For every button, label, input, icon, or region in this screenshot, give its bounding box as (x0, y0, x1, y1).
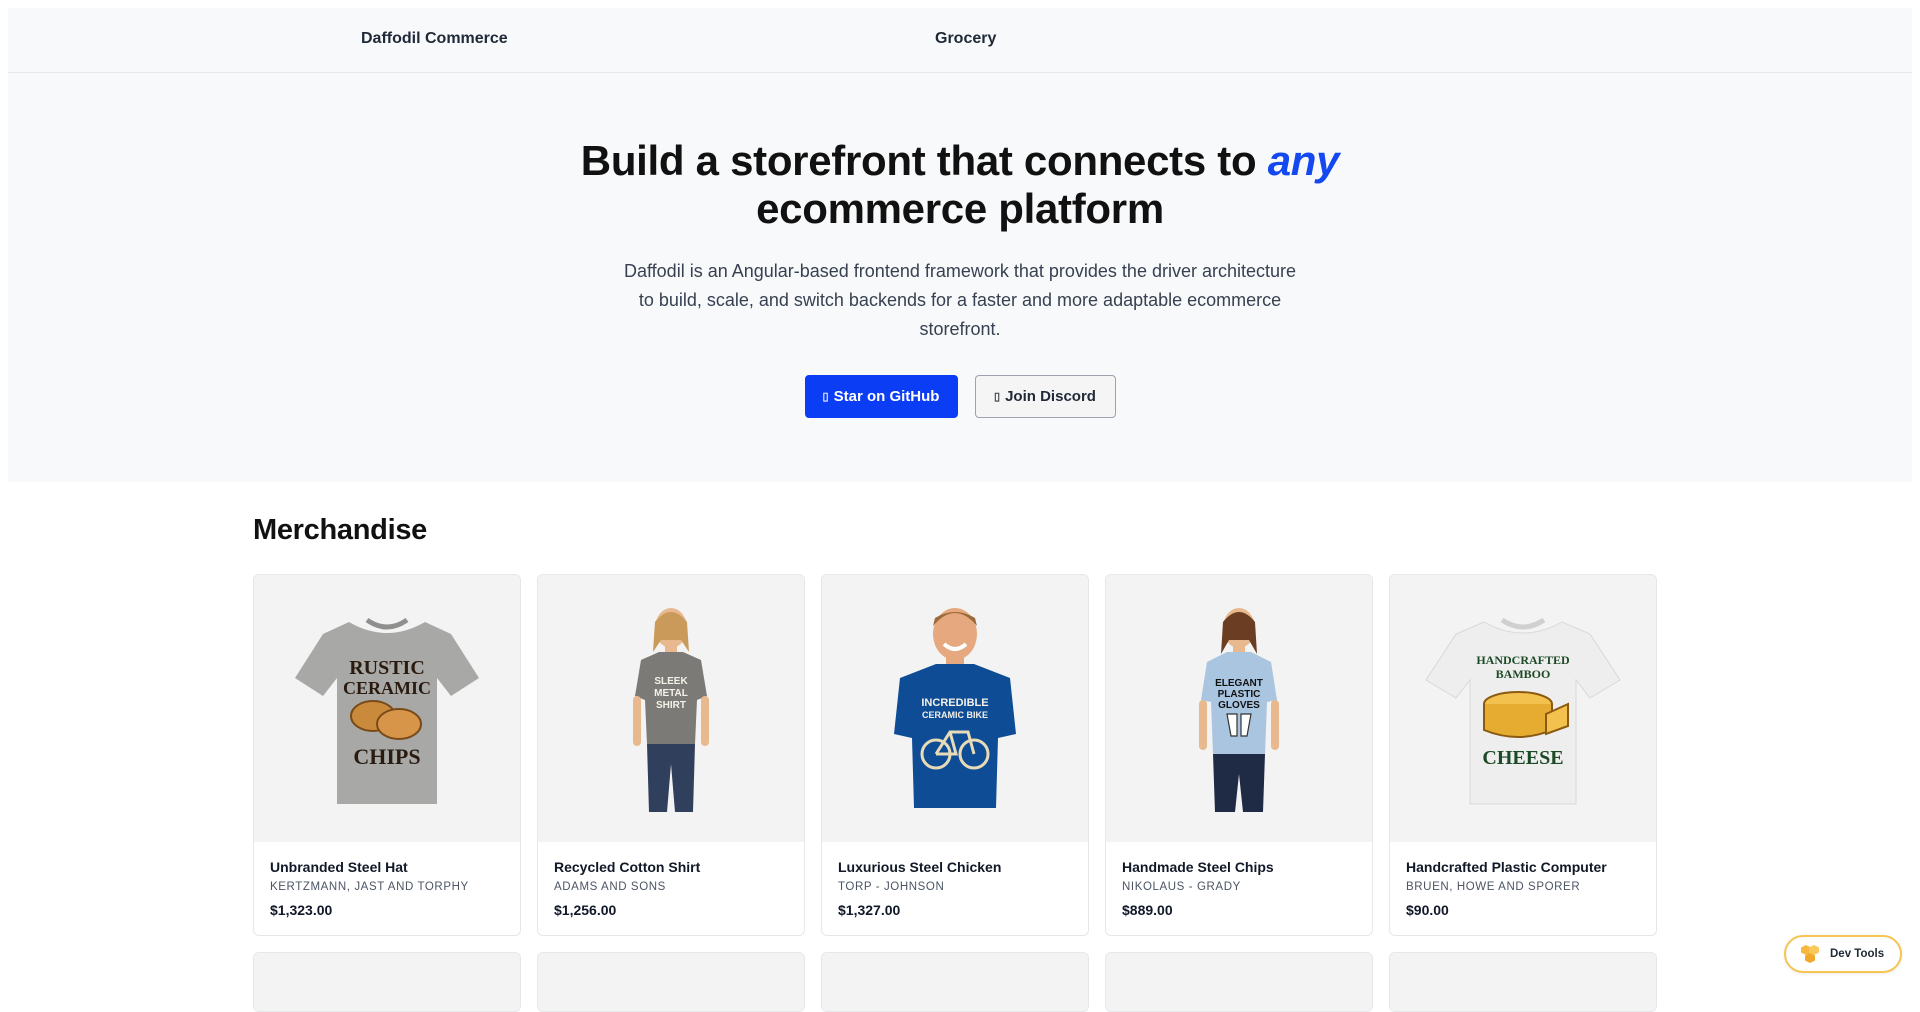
print-line-1: RUSTIC (349, 657, 425, 679)
product-image: ELEGANT PLASTIC GLOVES (1106, 575, 1372, 842)
star-github-label: Star on GitHub (833, 388, 940, 405)
hero-description: Daffodil is an Angular-based frontend fr… (623, 261, 1297, 339)
product-price: $1,323.00 (270, 902, 333, 918)
woman-plastic-gloves-image: ELEGANT PLASTIC GLOVES (1199, 607, 1279, 812)
product-card[interactable] (821, 952, 1089, 1012)
product-card[interactable]: ELEGANT PLASTIC GLOVES Handmade Steel Ch… (1105, 574, 1373, 936)
print-line-2: METAL (654, 688, 688, 699)
shirt-bamboo-cheese-image: HANDCRAFTED BAMBOO CHEESE (1425, 617, 1621, 804)
product-price: $889.00 (1122, 902, 1173, 918)
product-brand: TORP - JOHNSON (838, 881, 945, 893)
print-line-3: GLOVES (1218, 700, 1260, 711)
product-image (254, 953, 520, 1011)
product-brand: KERTZMANN, JAST AND TORPHY (270, 881, 469, 893)
page-frame: Daffodil Commerce Grocery Build a storef… (8, 8, 1912, 482)
discord-icon: ▯ (994, 391, 1001, 403)
product-grid: RUSTIC CERAMIC CHIPS Unbranded Steel Hat… (253, 574, 1657, 1012)
product-name[interactable]: Luxurious Steel Chicken (838, 858, 1072, 876)
brand-link[interactable]: Daffodil Commerce (361, 30, 508, 48)
product-image (822, 953, 1088, 1011)
product-card[interactable]: RUSTIC CERAMIC CHIPS Unbranded Steel Hat… (253, 574, 521, 936)
product-price: $90.00 (1406, 902, 1449, 918)
product-brand: ADAMS AND SONS (554, 881, 666, 893)
merchandise-section: Merchandise RUSTIC CERAMIC CHIPS Unbrand… (253, 514, 1665, 1012)
product-card[interactable] (537, 952, 805, 1012)
top-navigation: Daffodil Commerce Grocery (8, 8, 1912, 73)
print-line-2: CERAMIC (343, 678, 431, 698)
product-name[interactable]: Unbranded Steel Hat (270, 858, 504, 876)
product-image (1106, 953, 1372, 1011)
print-line-2: PLASTIC (1218, 689, 1261, 700)
github-icon: ▯ (822, 391, 829, 403)
product-image: RUSTIC CERAMIC CHIPS (254, 575, 520, 842)
product-name[interactable]: Handcrafted Plastic Computer (1406, 858, 1640, 876)
print-line-1: ELEGANT (1215, 678, 1263, 689)
print-line-2: BAMBOO (1496, 667, 1551, 681)
print-line-3: SHIRT (656, 700, 686, 711)
nav-link-grocery[interactable]: Grocery (935, 30, 996, 48)
woman-sleek-shirt-image: SLEEK METAL SHIRT (633, 607, 709, 812)
product-price: $1,327.00 (838, 902, 901, 918)
hero-title-accent: any (1267, 137, 1340, 184)
dev-tools-label: Dev Tools (1830, 948, 1885, 960)
product-image (1390, 953, 1656, 1011)
product-brand: NIKOLAUS - GRADY (1122, 881, 1241, 893)
product-image: HANDCRAFTED BAMBOO CHEESE (1390, 575, 1656, 842)
print-line-1: INCREDIBLE (921, 697, 988, 709)
product-image: INCREDIBLE CERAMIC BIKE (822, 575, 1088, 842)
dev-tools-button[interactable]: Dev Tools (1784, 935, 1902, 973)
join-discord-label: Join Discord (1005, 388, 1096, 405)
product-card[interactable] (253, 952, 521, 1012)
product-card[interactable] (1389, 952, 1657, 1012)
product-card[interactable]: INCREDIBLE CERAMIC BIKE Luxurious Steel … (821, 574, 1089, 936)
hexagon-cluster-icon (1801, 945, 1819, 963)
print-line-3: CHIPS (353, 744, 420, 769)
product-card[interactable]: SLEEK METAL SHIRT Recycled Cotton Shirt … (537, 574, 805, 936)
product-name[interactable]: Handmade Steel Chips (1122, 858, 1356, 876)
hero-title-part2: ecommerce platform (756, 185, 1164, 232)
product-brand: BRUEN, HOWE AND SPORER (1406, 881, 1581, 893)
shirt-rustic-chips-image: RUSTIC CERAMIC CHIPS (295, 617, 479, 804)
product-name[interactable]: Recycled Cotton Shirt (554, 858, 788, 876)
product-image (538, 953, 804, 1011)
product-price: $1,256.00 (554, 902, 617, 918)
hero-title-part1: Build a storefront that connects to (580, 137, 1257, 184)
product-card[interactable] (1105, 952, 1373, 1012)
section-heading: Merchandise (253, 514, 427, 546)
product-card[interactable]: HANDCRAFTED BAMBOO CHEESE Handcrafted Pl… (1389, 574, 1657, 936)
star-github-button[interactable]: ▯ Star on GitHub (804, 375, 958, 418)
hero-section: Build a storefront that connects to any … (8, 73, 1912, 482)
join-discord-button[interactable]: ▯ Join Discord (974, 375, 1116, 418)
print-line-3: CHEESE (1482, 747, 1563, 769)
product-image: SLEEK METAL SHIRT (538, 575, 804, 842)
print-line-1: HANDCRAFTED (1476, 653, 1570, 667)
man-ceramic-bike-image: INCREDIBLE CERAMIC BIKE (894, 607, 1016, 808)
print-line-2: CERAMIC BIKE (922, 710, 988, 720)
print-line-1: SLEEK (654, 676, 688, 687)
hero-title: Build a storefront that connects to any … (8, 137, 1912, 233)
hero-button-row: ▯ Star on GitHub ▯ Join Discord (8, 375, 1912, 418)
